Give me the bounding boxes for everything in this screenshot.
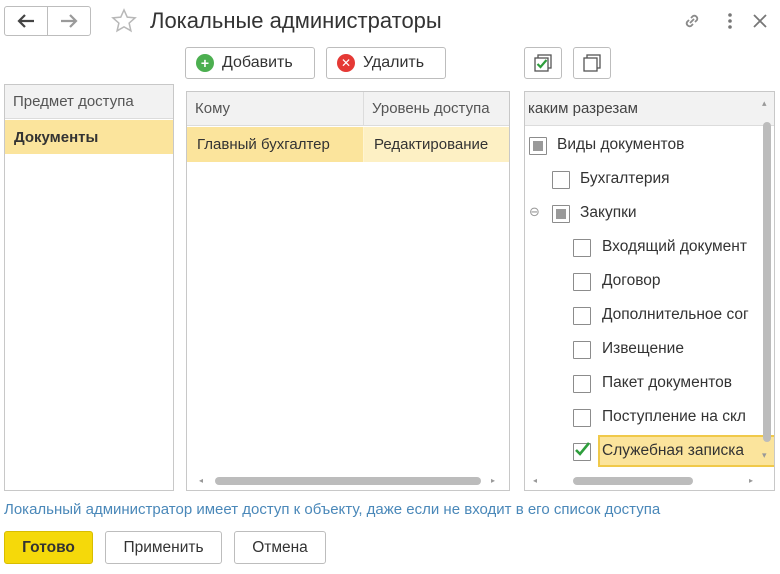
vertical-scrollbar[interactable]: ▴ ▾ [761, 92, 773, 467]
table-cell-level[interactable]: Редактирование [364, 127, 509, 162]
uncheck-all-icon [583, 54, 601, 72]
column-header-who[interactable]: Кому [187, 92, 364, 126]
dimensions-tree: каким разрезам Виды документов Бухгалтер… [524, 91, 775, 491]
horizontal-scrollbar[interactable]: ◂ ▸ [197, 476, 501, 486]
checkbox[interactable] [529, 137, 547, 155]
scroll-left-icon[interactable]: ◂ [533, 476, 537, 485]
access-table: Кому Уровень доступа Главный бухгалтер Р… [186, 91, 510, 491]
back-arrow-icon [17, 14, 34, 28]
page-title: Локальные администраторы [150, 8, 442, 33]
tree-item-label[interactable]: Служебная записка [602, 442, 744, 460]
dimensions-header: каким разрезам [525, 92, 774, 126]
checkbox[interactable] [573, 341, 591, 359]
forward-arrow-icon [61, 14, 78, 28]
checkbox-checked[interactable] [573, 442, 591, 461]
back-button[interactable] [4, 6, 48, 36]
forward-button[interactable] [47, 6, 91, 36]
tree-item-label[interactable]: Виды документов [557, 136, 684, 154]
plus-icon: + [196, 54, 214, 72]
check-all-button[interactable] [524, 47, 562, 79]
scrollbar-thumb[interactable] [763, 122, 771, 442]
close-icon[interactable] [748, 9, 772, 33]
delete-icon: ✕ [337, 54, 355, 72]
collapse-icon[interactable]: ⊖ [529, 204, 540, 220]
check-all-icon [534, 54, 552, 72]
scrollbar-thumb[interactable] [573, 477, 693, 485]
delete-button-label: Удалить [363, 54, 425, 71]
scroll-down-icon[interactable]: ▾ [762, 450, 767, 461]
star-icon[interactable] [109, 6, 139, 36]
access-subject-header: Предмет доступа [5, 85, 173, 119]
link-icon[interactable] [680, 9, 704, 33]
tree-item-label[interactable]: Входящий документ [602, 238, 747, 256]
column-header-level[interactable]: Уровень доступа [364, 92, 509, 126]
tree-item-label[interactable]: Договор [602, 272, 661, 290]
checkbox[interactable] [552, 171, 570, 189]
horizontal-scrollbar[interactable]: ◂ ▸ [533, 476, 759, 486]
info-text: Локальный администратор имеет доступ к о… [4, 501, 661, 518]
tree-item-label[interactable]: Пакет документов [602, 374, 732, 392]
ok-button[interactable]: Готово [4, 531, 93, 564]
tree-item-label[interactable]: Поступление на скл [602, 408, 746, 426]
tree-item-label[interactable]: Закупки [580, 204, 637, 222]
scroll-right-icon[interactable]: ▸ [749, 476, 753, 485]
add-button-label: Добавить [222, 54, 293, 71]
access-subject-list: Предмет доступа Документы [4, 84, 174, 491]
scroll-right-icon[interactable]: ▸ [491, 476, 495, 485]
checkbox[interactable] [573, 239, 591, 257]
scroll-up-icon[interactable]: ▴ [762, 98, 767, 109]
scroll-left-icon[interactable]: ◂ [199, 476, 203, 485]
checkbox[interactable] [573, 375, 591, 393]
apply-button[interactable]: Применить [105, 531, 222, 564]
tree-item-label[interactable]: Дополнительное сог [602, 306, 749, 324]
checkmark-icon [575, 442, 591, 456]
tree-item-label[interactable]: Бухгалтерия [580, 170, 670, 188]
table-cell-who[interactable]: Главный бухгалтер [187, 127, 364, 162]
tree-item-label[interactable]: Извещение [602, 340, 684, 358]
more-vert-icon[interactable] [718, 9, 742, 33]
uncheck-all-button[interactable] [573, 47, 611, 79]
checkbox[interactable] [573, 307, 591, 325]
list-item[interactable]: Документы [5, 120, 173, 154]
add-button[interactable]: + Добавить [185, 47, 315, 79]
checkbox[interactable] [573, 273, 591, 291]
checkbox[interactable] [552, 205, 570, 223]
delete-button[interactable]: ✕ Удалить [326, 47, 446, 79]
cancel-button[interactable]: Отмена [234, 531, 326, 564]
checkbox[interactable] [573, 409, 591, 427]
scrollbar-thumb[interactable] [215, 477, 481, 485]
